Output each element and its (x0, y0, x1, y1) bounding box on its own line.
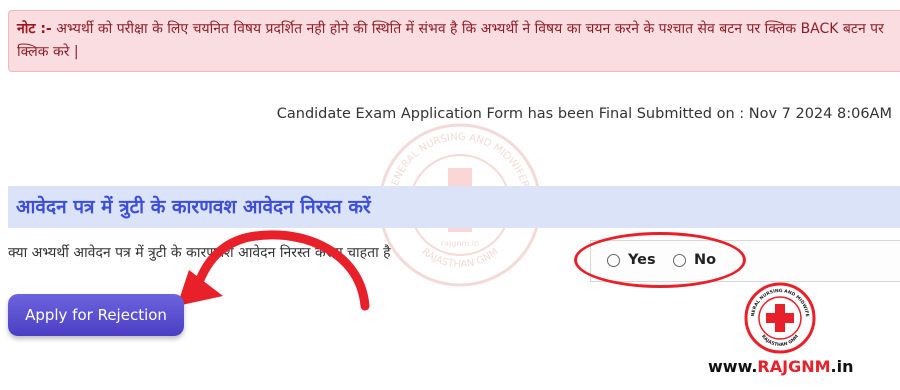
watermark-ring-bottom: RAJASTHAN GNM (419, 246, 500, 270)
rajgnm-logo-icon: GENERAL NURSING AND MIDWIFERY RAJASTHAN … (744, 282, 816, 354)
rejection-section-title: आवेदन पत्र में त्रुटी के कारणवश आवेदन नि… (8, 186, 900, 228)
notice-alert: नोट :- अभ्यर्थी को परीक्षा के लिए चयनित … (8, 10, 900, 72)
site-url-prefix: www. (708, 357, 758, 376)
apply-for-rejection-button[interactable]: Apply for Rejection (8, 294, 184, 336)
submission-status: Candidate Exam Application Form has been… (276, 106, 892, 122)
notice-text: अभ्यर्थी को परीक्षा के लिए चयनित विषय प्… (17, 21, 884, 60)
site-url-suffix: .in (830, 357, 854, 376)
highlight-oval (574, 232, 746, 288)
annotation-arrow-icon (177, 230, 370, 311)
site-url: www.RAJGNM.in (708, 357, 853, 376)
notice-prefix: नोट :- (17, 21, 52, 37)
svg-text:RAJASTHAN GNM: RAJASTHAN GNM (419, 246, 500, 270)
site-url-brand: RAJGNM (757, 357, 831, 376)
watermark-center: rajgnm.in (441, 239, 479, 248)
